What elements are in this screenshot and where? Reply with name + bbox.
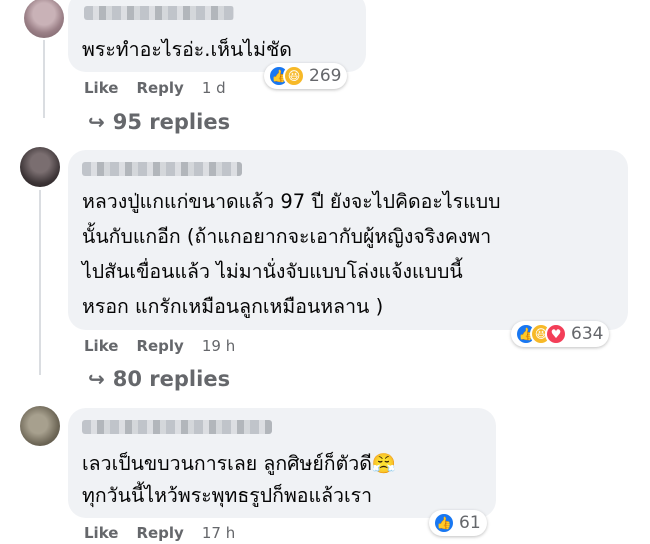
comment-actions: Like Reply 19 h <box>84 337 235 355</box>
avatar[interactable] <box>20 147 60 187</box>
comment-text-line: หรอก แกรักเหมือนลูกเหมือนหลาน ) <box>82 295 384 318</box>
love-icon: ♥ <box>545 323 567 345</box>
reply-arrow-icon: ↪ <box>88 367 105 391</box>
commenter-name-blurred[interactable] <box>82 420 272 434</box>
reaction-count: 634 <box>571 324 604 344</box>
reaction-summary[interactable]: 👍 61 <box>429 510 487 536</box>
view-replies-link[interactable]: ↪ 80 replies <box>88 367 230 391</box>
comment-actions: Like Reply 1 d <box>84 79 226 97</box>
comment-text-line: เลวเป็นขบวนการเลย ลูกศิษย์ก็ตัวดี😤 <box>82 452 397 475</box>
replies-count: 95 replies <box>112 110 231 134</box>
comment-text-line: นั้นกับแกอีก (ถ้าแกอยากจะเอากับผู้หญิงจร… <box>82 225 492 248</box>
like-button[interactable]: Like <box>84 79 118 97</box>
thread-line <box>43 40 45 118</box>
reaction-summary[interactable]: 👍 😆 269 <box>264 63 348 89</box>
commenter-name-blurred[interactable] <box>82 162 242 176</box>
like-button[interactable]: Like <box>84 524 118 542</box>
replies-count: 80 replies <box>112 367 231 391</box>
avatar[interactable] <box>24 0 64 38</box>
reply-button[interactable]: Reply <box>136 337 183 355</box>
timestamp[interactable]: 17 h <box>202 524 235 542</box>
comment-text-line: หลวงปู่แกแก่ขนาดแล้ว 97 ปี ยังจะไปคิดอะไ… <box>82 190 501 213</box>
comment-bubble: หลวงปู่แกแก่ขนาดแล้ว 97 ปี ยังจะไปคิดอะไ… <box>68 150 628 330</box>
comment-text-line: ไปสันเขื่อนแล้ว ไม่มานั่งจับแบบโล่งแจ้งแ… <box>82 260 463 283</box>
timestamp[interactable]: 19 h <box>202 337 235 355</box>
reply-button[interactable]: Reply <box>136 524 183 542</box>
view-replies-link[interactable]: ↪ 95 replies <box>88 110 230 134</box>
reply-button[interactable]: Reply <box>136 79 183 97</box>
haha-icon: 😆 <box>283 65 305 87</box>
reaction-summary[interactable]: 👍 😆 ♥ 634 <box>511 321 610 347</box>
comment-bubble: เลวเป็นขบวนการเลย ลูกศิษย์ก็ตัวดี😤 ทุกวั… <box>68 408 496 518</box>
comment-text: พระทำอะไรอ่ะ.เห็นไม่ชัด <box>82 38 292 61</box>
like-button[interactable]: Like <box>84 337 118 355</box>
reaction-count: 61 <box>459 513 481 533</box>
thread-line <box>39 190 41 375</box>
like-icon: 👍 <box>433 512 455 534</box>
comment-text-line: ทุกวันนี้ไหว้พระพุทธรูปก็พอแล้วเรา <box>82 484 373 507</box>
timestamp[interactable]: 1 d <box>202 79 226 97</box>
comment-actions: Like Reply 17 h <box>84 524 235 542</box>
comment-bubble: พระทำอะไรอ่ะ.เห็นไม่ชัด <box>68 0 366 72</box>
avatar[interactable] <box>20 406 60 446</box>
reaction-count: 269 <box>309 66 342 86</box>
commenter-name-blurred[interactable] <box>84 6 234 20</box>
reply-arrow-icon: ↪ <box>88 110 105 134</box>
